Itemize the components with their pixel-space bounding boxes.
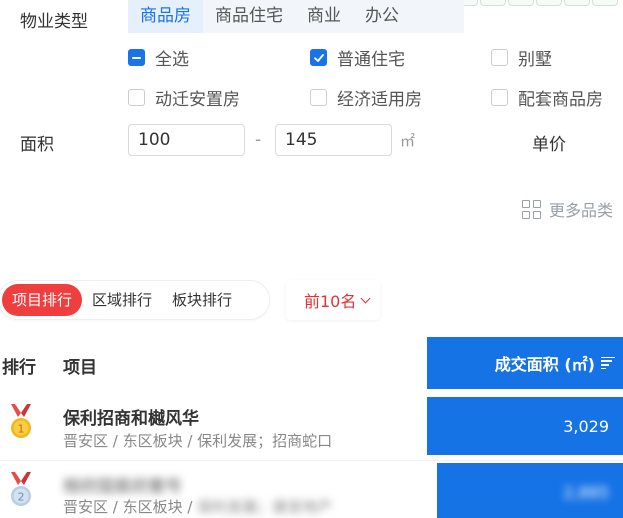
top-toolbar [452, 0, 620, 6]
checkbox-label: 配套商品房 [518, 90, 603, 110]
area-header-label: 成交面积 (㎡) [494, 355, 595, 374]
medal-rank-number: 2 [18, 491, 25, 504]
checkbox-label: 经济适用房 [337, 90, 422, 110]
checkbox-supporting-housing[interactable]: 配套商品房 [491, 85, 603, 110]
checkbox-select-all[interactable]: 全选 [128, 45, 189, 70]
checkbox-label: 全选 [155, 50, 189, 70]
project-meta-visible: 晋安区 / 东区板块 / [63, 498, 198, 516]
area-bar: 3,029 [427, 397, 623, 455]
tab-district-ranking[interactable]: 区域排行 [82, 284, 162, 316]
silver-medal-icon: 2 [11, 472, 31, 506]
property-type-tabs: 商品房 商品住宅 商业 办公 [128, 0, 464, 33]
checkbox-villa[interactable]: 别墅 [491, 45, 552, 70]
top-n-label: 前10名 [304, 292, 357, 311]
area-value: 2,885 [563, 482, 609, 502]
checkbox-label: 普通住宅 [337, 50, 405, 70]
toolbar-button[interactable] [564, 0, 590, 6]
project-name[interactable]: 保利招商和樾风华 [63, 404, 199, 429]
checkbox-empty-icon[interactable] [128, 89, 145, 106]
chevron-down-icon [360, 293, 371, 303]
more-categories-button[interactable]: 更多品类 [522, 197, 613, 221]
checkbox-resettlement-housing[interactable]: 动迁安置房 [128, 85, 240, 110]
range-separator: - [255, 130, 262, 150]
project-name[interactable]: 榕府国宸府壹号 [63, 472, 182, 497]
project-meta: 晋安区 / 东区板块 / 保利发展；建发地产 [63, 496, 332, 517]
type-tab-commercial[interactable]: 商业 [295, 0, 353, 33]
property-type-label: 物业类型 [20, 12, 88, 32]
column-header-rank: 排行 [2, 358, 36, 378]
medal-rank-number: 1 [18, 423, 25, 436]
unit-price-label: 单价 [532, 135, 566, 155]
checkbox-indeterminate-icon[interactable] [128, 49, 145, 66]
column-header-project: 项目 [63, 358, 97, 378]
toolbar-button[interactable] [508, 0, 534, 6]
check-icon[interactable] [310, 49, 327, 66]
toolbar-button[interactable] [536, 0, 562, 6]
toolbar-button[interactable] [592, 0, 618, 6]
area-unit: ㎡ [400, 132, 416, 150]
checkbox-label: 动迁安置房 [155, 90, 240, 110]
row-divider [0, 460, 623, 461]
project-meta: 晋安区 / 东区板块 / 保利发展；招商蛇口 [63, 432, 333, 450]
toolbar-button[interactable] [480, 0, 506, 6]
area-value: 3,029 [563, 416, 609, 436]
grid-icon [522, 199, 541, 219]
type-tab-office[interactable]: 办公 [353, 0, 411, 33]
checkbox-ordinary-residential[interactable]: 普通住宅 [310, 45, 405, 70]
ranking-tabs: 项目排行 区域排行 板块排行 [0, 280, 270, 320]
type-tab-commercial-housing[interactable]: 商品房 [128, 0, 203, 33]
more-categories-label: 更多品类 [549, 201, 614, 220]
checkbox-label: 别墅 [518, 50, 552, 70]
type-tab-residential[interactable]: 商品住宅 [203, 0, 295, 33]
column-header-area[interactable]: 成交面积 (㎡) [427, 337, 623, 389]
tab-project-ranking[interactable]: 项目排行 [2, 284, 83, 316]
project-meta-blurred: 保利发展；建发地产 [197, 498, 333, 516]
tab-sector-ranking[interactable]: 板块排行 [162, 284, 242, 316]
gold-medal-icon: 1 [11, 404, 31, 438]
area-max-input[interactable]: 145 [275, 124, 392, 156]
area-min-input[interactable]: 100 [128, 124, 245, 156]
checkbox-affordable-housing[interactable]: 经济适用房 [310, 85, 422, 110]
checkbox-empty-icon[interactable] [310, 89, 327, 106]
area-bar: 2,885 [437, 463, 623, 518]
sort-icon[interactable] [601, 356, 615, 370]
top-n-select[interactable]: 前10名 [286, 280, 380, 320]
checkbox-empty-icon[interactable] [491, 49, 508, 66]
checkbox-empty-icon[interactable] [491, 89, 508, 106]
area-label: 面积 [20, 135, 54, 155]
